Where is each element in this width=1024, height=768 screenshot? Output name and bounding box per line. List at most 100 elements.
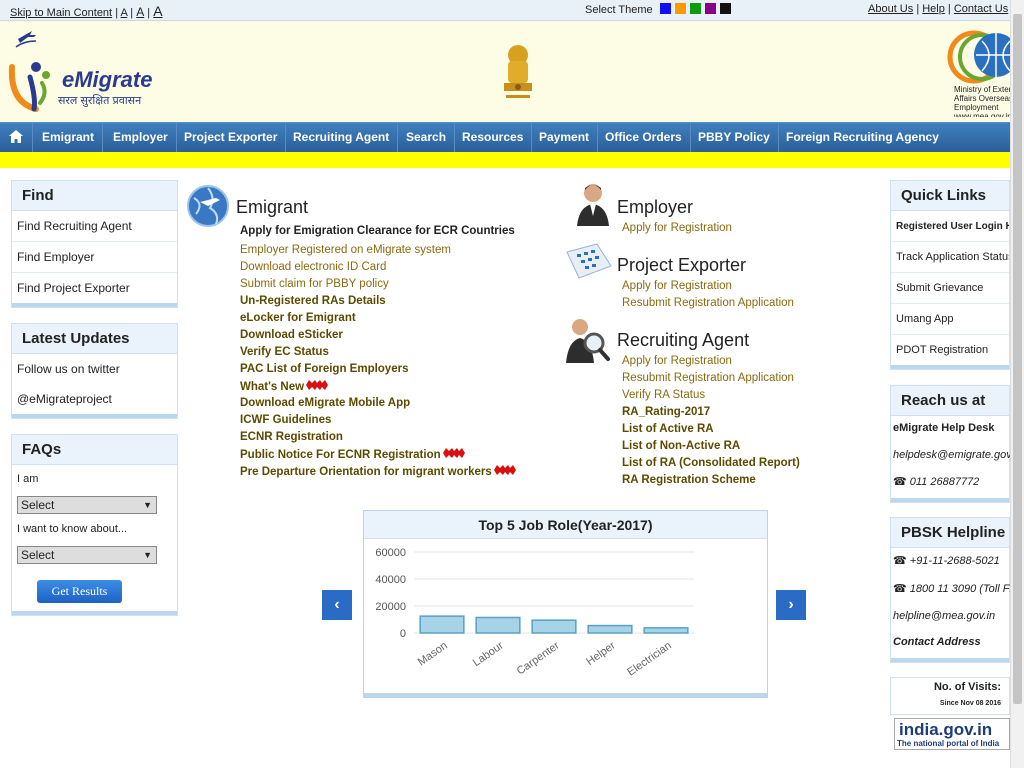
india-portal-banner[interactable]: india.gov.in The national portal of Indi… [894, 718, 1010, 750]
india-portal-name: india.gov.in [899, 720, 993, 739]
pe-resubmit-registration-link[interactable]: Resubmit Registration Application [622, 297, 794, 309]
carousel-prev-button[interactable]: ‹ [322, 590, 352, 620]
pac-list-link[interactable]: PAC List of Foreign Employers [240, 363, 408, 375]
font-size-large-link[interactable]: A [153, 3, 162, 19]
new-badge-icon [306, 380, 329, 390]
emigrate-logo[interactable]: eMigrate सरल सुरक्षित प्रवासन [6, 27, 156, 117]
nav-payment[interactable]: Payment [531, 123, 599, 152]
help-desk-phone: ☎ 011 26887772 [893, 476, 980, 488]
pbsk-title: PBSK Helpline [891, 518, 1009, 548]
bar-helper[interactable] [587, 624, 633, 634]
help-desk-email[interactable]: helpdesk@emigrate.gov.in [893, 449, 1023, 461]
announcement-strip [0, 152, 1010, 168]
nav-recruiting-agent[interactable]: Recruiting Agent [285, 123, 399, 152]
theme-swatch-3[interactable] [689, 3, 701, 14]
pbby-claim-link[interactable]: Submit claim for PBBY policy [240, 278, 389, 290]
project-exporter-title: Project Exporter [617, 255, 747, 275]
theme-swatch-2[interactable] [674, 3, 686, 14]
ra-apply-registration-link[interactable]: Apply for Registration [622, 355, 732, 367]
carousel-next-button[interactable]: › [776, 590, 806, 620]
scrollbar-thumb[interactable] [1013, 14, 1022, 704]
pdot-registration-link[interactable]: PDOT Registration [891, 335, 1009, 366]
font-size-small-link[interactable]: A [121, 7, 128, 19]
find-project-exporter-link[interactable]: Find Project Exporter [12, 273, 177, 304]
nav-office-orders[interactable]: Office Orders [597, 123, 691, 152]
phone-icon: ☎ [893, 555, 907, 567]
submit-grievance-link[interactable]: Submit Grievance [891, 273, 1009, 304]
nav-employer[interactable]: Employer [105, 123, 177, 152]
ecnr-registration-link[interactable]: ECNR Registration [240, 431, 343, 443]
whats-new-link[interactable]: What's New [240, 380, 329, 393]
verify-ec-status-link[interactable]: Verify EC Status [240, 346, 329, 358]
faqs-panel: FAQs I am Select ▼ I want to know about..… [11, 434, 178, 616]
nav-resources[interactable]: Resources [454, 123, 533, 152]
quick-links-title: Quick Links [891, 181, 1009, 211]
skip-to-content-link[interactable]: Skip to Main Content [10, 7, 112, 19]
employer-apply-registration-link[interactable]: Apply for Registration [622, 222, 732, 234]
want-to-know-label: I want to know about... [17, 523, 128, 535]
bar-carpenter[interactable] [531, 619, 577, 634]
vertical-scrollbar[interactable] [1010, 0, 1024, 768]
mea-text: Ministry of External Affairs Overseas Em… [954, 85, 1016, 117]
contact-us-link[interactable]: Contact Us [954, 3, 1008, 15]
phone-icon: ☎ [893, 583, 907, 595]
visits-counter: No. of Visits: Since Nov 08 2016 [890, 677, 1010, 715]
nav-home[interactable] [0, 123, 33, 152]
nav-foreign-recruiting-agency[interactable]: Foreign Recruiting Agency [778, 123, 947, 152]
i-am-select[interactable]: Select ▼ [17, 496, 157, 514]
download-mobile-app-link[interactable]: Download eMigrate Mobile App [240, 397, 410, 409]
chevron-down-icon: ▼ [143, 550, 152, 560]
help-link[interactable]: Help [922, 3, 945, 15]
unregistered-ras-link[interactable]: Un-Registered RAs Details [240, 295, 386, 307]
faqs-title: FAQs [12, 435, 177, 465]
contact-address-link[interactable]: Contact Address [893, 636, 981, 648]
nav-project-exporter[interactable]: Project Exporter [176, 123, 287, 152]
mea-logo[interactable]: Ministry of External Affairs Overseas Em… [946, 27, 1016, 117]
ecnr-public-notice-link[interactable]: Public Notice For ECNR Registration [240, 448, 465, 461]
track-application-link[interactable]: Track Application Status [891, 242, 1009, 273]
ra-registration-scheme-link[interactable]: RA Registration Scheme [622, 474, 756, 486]
pbsk-email[interactable]: helpline@mea.gov.in [893, 610, 995, 622]
verify-ra-status-link[interactable]: Verify RA Status [622, 389, 705, 401]
latest-updates-title: Latest Updates [12, 324, 177, 354]
pre-departure-orientation-link[interactable]: Pre Departure Orientation for migrant wo… [240, 465, 516, 478]
theme-swatch-1[interactable] [659, 3, 671, 14]
y-tick-label: 0 [400, 628, 406, 640]
get-results-button[interactable]: Get Results [37, 580, 122, 603]
umang-app-link[interactable]: Umang App [891, 304, 1009, 335]
elocker-link[interactable]: eLocker for Emigrant [240, 312, 356, 324]
bar-electrician[interactable] [643, 627, 689, 634]
font-size-medium-link[interactable]: A [136, 5, 144, 19]
active-ra-list-link[interactable]: List of Active RA [622, 423, 714, 435]
registered-user-login-link[interactable]: Registered User Login Here [891, 211, 1009, 242]
find-recruiting-agent-link[interactable]: Find Recruiting Agent [12, 211, 177, 242]
nav-pbby-policy[interactable]: PBBY Policy [690, 123, 779, 152]
ra-consolidated-report-link[interactable]: List of RA (Consolidated Report) [622, 457, 800, 469]
employer-registered-link[interactable]: Employer Registered on eMigrate system [240, 244, 451, 256]
theme-swatch-5[interactable] [719, 3, 731, 14]
national-emblem-icon [504, 45, 532, 98]
pe-apply-registration-link[interactable]: Apply for Registration [622, 280, 732, 292]
download-id-card-link[interactable]: Download electronic ID Card [240, 261, 386, 273]
find-employer-link[interactable]: Find Employer [12, 242, 177, 273]
nav-emigrant[interactable]: Emigrant [34, 123, 104, 152]
icwf-guidelines-link[interactable]: ICWF Guidelines [240, 414, 331, 426]
non-active-ra-list-link[interactable]: List of Non-Active RA [622, 440, 740, 452]
help-desk-label: eMigrate Help Desk [893, 422, 995, 434]
download-esticker-link[interactable]: Download eSticker [240, 329, 343, 341]
globe-icon [947, 30, 1016, 84]
bar-labour[interactable] [475, 616, 521, 634]
nav-search[interactable]: Search [398, 123, 456, 152]
ra-rating-link[interactable]: RA_Rating-2017 [622, 406, 710, 418]
about-us-link[interactable]: About Us [868, 3, 913, 15]
apply-emigration-clearance-link[interactable]: Apply for Emigration Clearance for ECR C… [240, 225, 515, 237]
chart-title: Top 5 Job Role(Year-2017) [364, 511, 767, 539]
recruiting-agent-icon [566, 319, 610, 363]
logo-tagline: सरल सुरक्षित प्रवासन [58, 95, 142, 107]
theme-swatch-4[interactable] [704, 3, 716, 14]
topic-select[interactable]: Select ▼ [17, 546, 157, 564]
ra-resubmit-registration-link[interactable]: Resubmit Registration Application [622, 372, 794, 384]
update-item[interactable]: Follow us on twitter [12, 354, 177, 384]
bar-mason[interactable] [419, 615, 465, 634]
twitter-handle-link[interactable]: @eMigrateproject [12, 384, 177, 414]
